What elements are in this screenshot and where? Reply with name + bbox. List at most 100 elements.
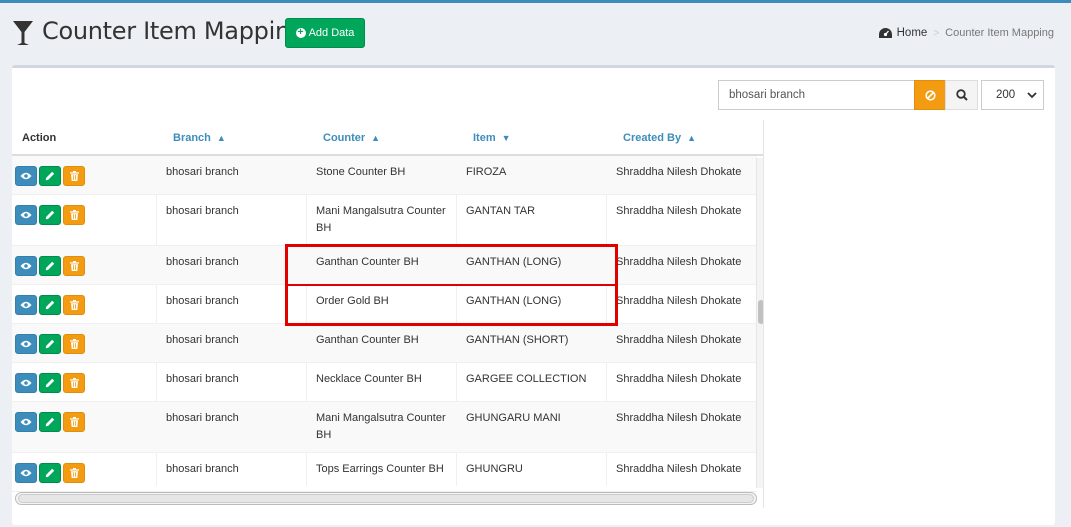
cell-item: GHUNGARU MANI <box>466 412 561 424</box>
view-button[interactable] <box>15 166 37 186</box>
cell-branch: bhosari branch <box>166 295 239 307</box>
horizontal-scroll-thumb[interactable] <box>18 494 754 503</box>
delete-button[interactable] <box>63 334 85 354</box>
view-button[interactable] <box>15 373 37 393</box>
sort-icon: ▲︎ <box>687 133 696 143</box>
view-button[interactable] <box>15 334 37 354</box>
edit-button[interactable] <box>39 373 61 393</box>
cell-counter: Mani Mangalsutra Counter BH <box>316 205 446 234</box>
cell-created-by: Shraddha Nilesh Dhokate <box>616 463 742 475</box>
eye-icon <box>20 301 32 309</box>
delete-button[interactable] <box>63 256 85 276</box>
edit-button[interactable] <box>39 295 61 315</box>
cell-counter: Ganthan Counter BH <box>316 256 419 268</box>
header-created-by[interactable]: Created By ▲︎ <box>623 120 696 156</box>
delete-button[interactable] <box>63 295 85 315</box>
cell-branch: bhosari branch <box>166 334 239 346</box>
cell-created-by: Shraddha Nilesh Dhokate <box>616 412 742 424</box>
delete-button[interactable] <box>63 412 85 432</box>
edit-button[interactable] <box>39 334 61 354</box>
cell-created-by: Shraddha Nilesh Dhokate <box>616 373 742 385</box>
edit-button[interactable] <box>39 166 61 186</box>
cell-counter: Ganthan Counter BH <box>316 334 419 346</box>
table-row: bhosari branch Mani Mangalsutra Counter B… <box>12 195 757 246</box>
view-button[interactable] <box>15 205 37 225</box>
cell-item: GANTHAN (LONG) <box>466 256 562 268</box>
breadcrumb-home-label: Home <box>896 27 928 39</box>
cell-counter: Order Gold BH <box>316 295 389 307</box>
trash-icon <box>69 468 79 478</box>
cell-item: GHUNGRU <box>466 463 523 475</box>
pencil-icon <box>45 171 55 181</box>
table-row: bhosari branch Ganthan Counter BH GANTHAN … <box>12 246 757 285</box>
add-data-button[interactable]: + Add Data <box>285 18 365 48</box>
edit-button[interactable] <box>39 205 61 225</box>
dashboard-icon <box>878 28 892 38</box>
breadcrumb: Home > Counter Item Mapping <box>878 27 1054 39</box>
cell-counter: Tops Earrings Counter BH <box>316 463 444 475</box>
cell-created-by: Shraddha Nilesh Dhokate <box>616 166 742 178</box>
row-actions <box>15 205 85 225</box>
cell-counter: Stone Counter BH <box>316 166 406 178</box>
search-input[interactable] <box>718 80 915 110</box>
delete-button[interactable] <box>63 205 85 225</box>
add-data-label: Add Data <box>308 27 355 39</box>
cell-item: GANTHAN (LONG) <box>466 295 562 307</box>
edit-button[interactable] <box>39 412 61 432</box>
header-counter[interactable]: Counter ▲︎ <box>323 120 380 156</box>
breadcrumb-home[interactable]: Home <box>878 27 928 39</box>
cell-branch: bhosari branch <box>166 373 239 385</box>
page-size-value: 200 <box>996 89 1016 101</box>
table-row: bhosari branch Ganthan Counter BH GANTHAN … <box>12 324 757 363</box>
table-row: bhosari branch Tops Earrings Counter BH GH… <box>12 453 757 492</box>
page-size-select[interactable]: 200 <box>981 80 1044 110</box>
row-actions <box>15 166 85 186</box>
clear-search-button[interactable] <box>914 80 946 110</box>
table-row: bhosari branch Stone Counter BH FIROZA Shra… <box>12 156 757 195</box>
cell-branch: bhosari branch <box>166 463 239 475</box>
row-actions <box>15 412 85 432</box>
edit-button[interactable] <box>39 256 61 276</box>
header-branch[interactable]: Branch ▲︎ <box>173 120 226 156</box>
cell-counter: Mani Mangalsutra Counter BH <box>316 412 446 441</box>
content-header: Counter Item Mapping + Add Data Home > C… <box>0 3 1071 65</box>
trash-icon <box>69 378 79 388</box>
eye-icon <box>20 262 32 270</box>
eye-icon <box>20 172 32 180</box>
delete-button[interactable] <box>63 463 85 483</box>
horizontal-scrollbar[interactable] <box>15 492 757 505</box>
cell-branch: bhosari branch <box>166 412 239 424</box>
view-button[interactable] <box>15 463 37 483</box>
header-item-label: Item <box>473 132 496 144</box>
eye-icon <box>20 469 32 477</box>
header-created-by-label: Created By <box>623 132 682 144</box>
cell-branch: bhosari branch <box>166 166 239 178</box>
delete-button[interactable] <box>63 373 85 393</box>
row-actions <box>15 373 85 393</box>
cell-created-by: Shraddha Nilesh Dhokate <box>616 334 742 346</box>
delete-button[interactable] <box>63 166 85 186</box>
table-row: bhosari branch Necklace Counter BH GARGEE … <box>12 363 757 402</box>
pencil-icon <box>45 261 55 271</box>
search-button[interactable] <box>945 80 978 110</box>
view-button[interactable] <box>15 295 37 315</box>
cell-created-by: Shraddha Nilesh Dhokate <box>616 205 742 217</box>
cell-counter: Necklace Counter BH <box>316 373 422 385</box>
header-item[interactable]: Item ▼︎ <box>473 120 511 156</box>
vertical-scroll-thumb[interactable] <box>758 300 763 324</box>
view-button[interactable] <box>15 412 37 432</box>
table-row: bhosari branch Mani Mangalsutra Counter B… <box>12 402 757 453</box>
filter-icon <box>13 21 33 45</box>
cell-item: GARGEE COLLECTION <box>466 373 587 385</box>
pencil-icon <box>45 300 55 310</box>
vertical-scrollbar[interactable] <box>756 158 763 488</box>
edit-button[interactable] <box>39 463 61 483</box>
ban-icon <box>924 89 936 101</box>
pencil-icon <box>45 339 55 349</box>
cell-branch: bhosari branch <box>166 205 239 217</box>
trash-icon <box>69 300 79 310</box>
eye-icon <box>20 211 32 219</box>
cell-item: FIROZA <box>466 166 507 178</box>
table-header: Action Branch ▲︎ Counter ▲︎ Item ▼︎ Created… <box>12 120 763 156</box>
view-button[interactable] <box>15 256 37 276</box>
